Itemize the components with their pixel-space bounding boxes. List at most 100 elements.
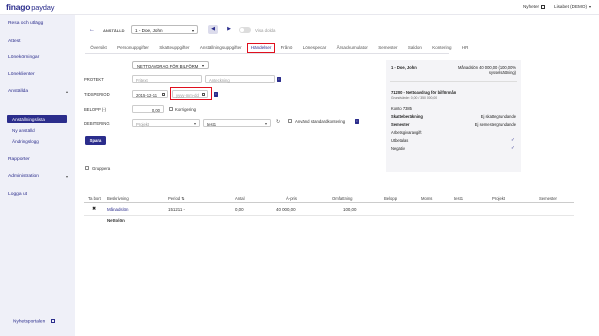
fritext-input[interactable]: Fritext <box>132 75 202 83</box>
amount-label: BELOPP (-) <box>84 107 107 112</box>
chevron-up-icon: ▴ <box>65 89 68 94</box>
panel-row-value: Ej semestergrundande <box>474 122 516 127</box>
main-content: ← ANSTÄLLD 1 - Doe, John ▾ ◀ ▶ Visa dolda… <box>75 15 599 336</box>
group-label: Gruppera <box>92 166 111 171</box>
info-icon[interactable]: i <box>355 119 359 124</box>
checkmark-icon: ✓ <box>511 137 515 142</box>
tab-skatteuppgifter[interactable]: Skatteuppgifter <box>154 43 195 53</box>
sidebar-subitem-andringslogg[interactable]: Ändringslogg <box>12 139 39 144</box>
previous-employee-button[interactable]: ◀ <box>208 25 218 34</box>
chevron-down-icon: ▾ <box>193 121 196 126</box>
table-header: Ta bort Beskrivning Period ⇅ Antal Á-pri… <box>84 195 574 203</box>
news-icon <box>541 4 546 9</box>
calendar-icon <box>161 92 165 96</box>
chevron-down-icon: ▾ <box>201 63 204 68</box>
back-arrow-icon[interactable]: ← <box>89 27 95 33</box>
column-header[interactable]: Projekt <box>492 196 505 201</box>
tab-handelser[interactable]: Händelser <box>246 43 276 53</box>
sidebar-subitem-anstallningslista[interactable]: Anställningslista <box>7 115 67 123</box>
panel-row-label: Semester <box>391 122 410 127</box>
chevron-down-icon: ▾ <box>588 4 591 9</box>
checkmark-icon: ✓ <box>511 145 515 150</box>
panel-konto: Konto 7385 <box>391 106 412 111</box>
test1-select[interactable]: test1 ▾ <box>203 119 271 127</box>
column-header[interactable]: Semester <box>539 196 557 201</box>
tab-kontering[interactable]: Kontering <box>427 43 457 53</box>
panel-divider <box>390 81 517 82</box>
column-header[interactable]: Moms <box>421 196 432 201</box>
refresh-icon[interactable]: ↻ <box>276 119 280 125</box>
panel-row-label: Utbetalas <box>391 138 409 143</box>
sidebar-item-rapporter[interactable]: Rapporter <box>8 157 68 162</box>
sidebar-item-lonekorningar[interactable]: Lönekörningar <box>8 55 68 60</box>
sidebar-item-logga-ut[interactable]: Logga ut <box>8 192 68 197</box>
show-hidden-label: Visa dolda <box>255 27 276 33</box>
tab-personuppgifter[interactable]: Personuppgifter <box>112 43 154 53</box>
sidebar: Resa och utlägg Attest Lönekörningar Lön… <box>0 15 75 336</box>
panel-salary: Månadslön 40 000,00 (100,00% sysselsättn… <box>457 65 516 75</box>
panel-row-label: Arbetsgivaravgift <box>391 130 422 135</box>
app-logo[interactable]: finagopayday <box>6 2 54 12</box>
column-header[interactable]: test1 <box>454 196 463 201</box>
column-header[interactable]: Á-pris <box>286 196 297 201</box>
tab-arsackumulator[interactable]: Årsackumulator <box>331 43 373 53</box>
chevron-down-icon: ▾ <box>65 174 68 179</box>
row-description[interactable]: Månadslön <box>107 207 128 212</box>
amount-input[interactable]: 0,00 <box>132 105 164 113</box>
employee-select[interactable]: 1 - Doe, John ▾ <box>131 25 198 34</box>
row-divider <box>84 215 574 216</box>
column-header: Ta bort <box>88 196 101 201</box>
panel-row-value: Ej skattegrundande <box>480 114 516 119</box>
event-type-dropdown[interactable]: NETTOAVDRAG FÖR BILFÖRM ▾ <box>132 61 209 69</box>
top-bar: finagopayday Nyheter Lisabet (DEMO) ▾ <box>0 0 599 15</box>
show-hidden-toggle[interactable] <box>239 27 251 33</box>
period-to-input[interactable]: yyyy-mm-dd <box>172 90 208 98</box>
news-link[interactable]: Nyheter <box>523 4 546 9</box>
summary-panel: 1 - Doe, John Månadslön 40 000,00 (100,0… <box>386 60 521 172</box>
panel-row-label: Negativ <box>391 146 405 151</box>
tab-anstallningsuppgifter[interactable]: Anställningsuppgifter <box>195 43 247 53</box>
chevron-down-icon: ▾ <box>264 121 267 126</box>
external-link-icon <box>51 319 56 323</box>
sidebar-subitem-ny-anstalld[interactable]: Ny anställd <box>12 128 35 133</box>
tab-hr[interactable]: HR <box>457 43 474 53</box>
sidebar-item-loneklienter[interactable]: Löneklienter <box>8 72 68 77</box>
tab-saldon[interactable]: Saldon <box>403 43 427 53</box>
news-portal-link[interactable]: Nyhetsportalen <box>13 319 56 324</box>
group-checkbox[interactable] <box>85 166 89 170</box>
tab-divider <box>85 53 449 54</box>
user-menu[interactable]: Lisabet (DEMO) ▾ <box>554 4 591 9</box>
next-employee-button[interactable]: ▶ <box>225 25 233 34</box>
sidebar-item-attest[interactable]: Attest <box>8 39 68 44</box>
tab-semester[interactable]: Semester <box>373 43 403 53</box>
protect-label: PROTEKT <box>84 77 104 82</box>
employee-label: ANSTÄLLD <box>103 28 125 33</box>
sidebar-item-anstallda[interactable]: Anställda ▴ <box>8 89 68 94</box>
standard-kontering-label: Använd standardkontering <box>295 119 346 124</box>
column-header[interactable]: Beskrivning <box>107 196 129 201</box>
tab-oversikt[interactable]: Översikt <box>85 43 112 53</box>
debit-label: DEBITERING <box>84 121 110 126</box>
column-header[interactable]: Antal <box>235 196 245 201</box>
anteckning-input[interactable]: Anteckning <box>205 75 275 83</box>
delete-icon[interactable]: ✖ <box>92 206 96 212</box>
info-icon[interactable]: i <box>214 92 218 97</box>
chevron-down-icon: ▾ <box>191 27 194 33</box>
column-header[interactable]: Belopp <box>384 196 397 201</box>
save-button[interactable]: Spara <box>85 136 106 145</box>
column-header[interactable]: Period ⇅ <box>168 196 185 201</box>
row-antal: 0,00 <box>235 207 244 212</box>
period-from-input[interactable]: 2015-12-11 <box>132 90 168 98</box>
korrigering-label: Korrigering <box>175 107 197 112</box>
tab-lonespecar[interactable]: Lönespecar <box>298 43 332 53</box>
tab-franvaro[interactable]: Frånö <box>275 43 297 53</box>
info-icon[interactable]: i <box>277 77 281 82</box>
standard-kontering-checkbox[interactable] <box>288 119 292 123</box>
sidebar-item-resa[interactable]: Resa och utlägg <box>8 21 68 26</box>
sidebar-item-administration[interactable]: Administration ▾ <box>8 174 68 179</box>
period-label: TIDSPERIOD <box>84 92 110 97</box>
panel-subtitle: Grundvärde: 0,00 / 350 000,00 <box>391 96 438 100</box>
project-select[interactable]: Projekt ▾ <box>132 119 200 127</box>
korrigering-checkbox[interactable] <box>169 107 173 111</box>
column-header[interactable]: Omfattning <box>332 196 352 201</box>
